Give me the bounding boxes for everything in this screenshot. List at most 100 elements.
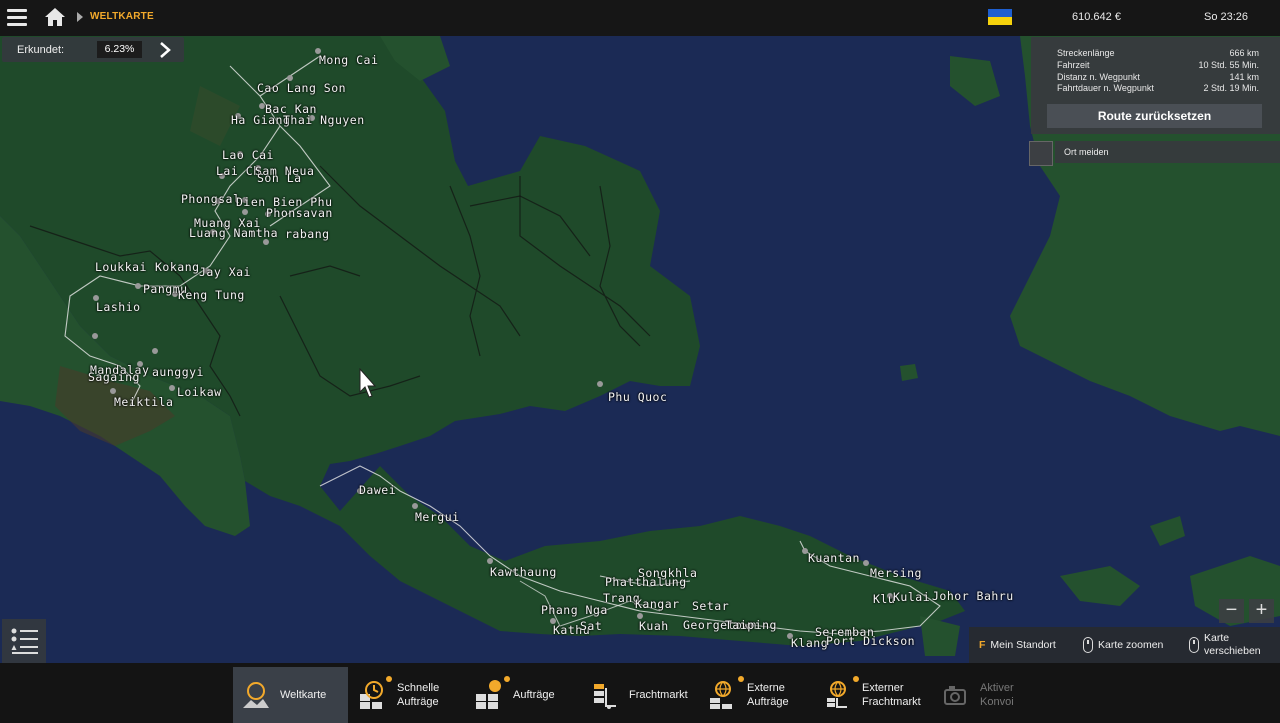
zoom-in-button[interactable]: +	[1249, 599, 1274, 623]
route-row-length: Streckenlänge 666 km	[1057, 48, 1259, 58]
city-label: Jay Xai	[199, 265, 251, 279]
city-label: Luang Namtha	[189, 226, 279, 240]
city-label: Port Dickson	[826, 634, 916, 648]
city-label: Johor Bahru	[932, 589, 1014, 603]
tab-label: Frachtmarkt	[629, 689, 688, 701]
city-label: Sat	[580, 619, 603, 633]
city-label: Kuantan	[808, 551, 860, 565]
convoy-icon	[941, 680, 971, 710]
city-label: Sagaing	[88, 370, 140, 384]
city-label: Mong Cai	[319, 53, 379, 67]
hint-move-map: Karte verschieben	[1189, 627, 1261, 663]
zoom-out-button[interactable]: −	[1219, 599, 1244, 623]
city-label: Kuah	[639, 619, 669, 633]
tab-label: Externer Frachtmarkt	[862, 682, 921, 708]
tab-aktiver-konvoi: Aktiver Konvoi	[933, 667, 1033, 723]
breadcrumb: WELTKARTE	[90, 11, 154, 22]
globe-boxes-icon	[708, 676, 744, 710]
hint-label: Mein Standort	[990, 639, 1056, 651]
city-label: Phatthalung	[605, 575, 687, 589]
bottom-navigation: Weltkarte Schnelle Aufträge Aufträge Frac…	[0, 663, 1280, 723]
city-label: Phongsal	[181, 192, 241, 206]
city-label: aunggyi	[152, 365, 204, 379]
tab-label: Weltkarte	[280, 689, 327, 701]
explored-value: 6.23%	[97, 41, 142, 58]
city-label: Loukkai	[95, 260, 147, 274]
city-label: Thai Nguyen	[283, 113, 365, 127]
tab-externer-frachtmarkt[interactable]: Externer Frachtmarkt	[815, 667, 935, 723]
boxes-icon	[474, 676, 510, 710]
mouse-drag-icon	[1189, 637, 1199, 653]
city-label: Kangar	[635, 597, 680, 611]
route-value: 666 km	[1229, 48, 1259, 58]
city-label: Phu Quoc	[608, 390, 668, 404]
city-label: Lashio	[96, 300, 141, 314]
route-label: Fahrzeit	[1057, 60, 1090, 70]
tab-auftraege[interactable]: Aufträge	[466, 667, 578, 723]
tab-externe-auftraege[interactable]: Externe Aufträge	[700, 667, 812, 723]
top-bar: WELTKARTE 610.642 € So 23:26	[0, 0, 1280, 36]
cursor-icon	[359, 368, 377, 398]
city-label: Cao Lang Son	[257, 81, 347, 95]
breadcrumb-chevron-icon	[77, 12, 83, 22]
home-icon[interactable]	[44, 7, 66, 27]
game-clock: So 23:26	[1204, 11, 1249, 23]
city-label: Meiktila	[114, 395, 174, 409]
tab-frachtmarkt[interactable]: Frachtmarkt	[582, 667, 697, 723]
legend-list-icon	[11, 628, 38, 654]
city-label: Klu	[873, 592, 896, 606]
mouse-wheel-icon	[1083, 637, 1093, 653]
city-label: rabang	[285, 227, 330, 241]
tab-weltkarte[interactable]: Weltkarte	[233, 667, 348, 723]
hint-label: Karte zoomen	[1098, 639, 1164, 651]
tab-label: Aufträge	[513, 689, 555, 701]
notification-dot	[386, 676, 392, 682]
city-label: Taiping	[725, 618, 777, 632]
globe-map-icon	[241, 680, 271, 710]
route-value: 2 Std. 19 Min.	[1203, 83, 1259, 93]
route-label: Distanz n. Wegpunkt	[1057, 72, 1140, 82]
reset-route-button[interactable]: Route zurücksetzen	[1047, 104, 1262, 128]
tab-label: Schnelle Aufträge	[397, 682, 440, 708]
globe-cargo-icon	[823, 676, 859, 710]
city-label: Dawei	[359, 483, 397, 497]
hint-zoom-map: Karte zoomen	[1083, 627, 1163, 663]
route-value: 141 km	[1229, 72, 1259, 82]
controls-hint-bar: F Mein Standort Karte zoomen Karte versc…	[969, 627, 1280, 663]
key-f-icon: F	[979, 639, 986, 651]
explored-label: Erkundet:	[17, 44, 65, 56]
city-label: Mersing	[870, 566, 922, 580]
city-label: Lao Cai	[222, 148, 274, 162]
city-label: Ha Giang	[231, 113, 291, 127]
route-label: Fahrtdauer n. Wegpunkt	[1057, 83, 1154, 93]
avoid-location-checkbox[interactable]	[1029, 141, 1053, 166]
city-label: Loikaw	[177, 385, 222, 399]
hint-my-location[interactable]: F Mein Standort	[979, 627, 1056, 663]
route-row-waypoint-distance: Distanz n. Wegpunkt 141 km	[1057, 72, 1259, 82]
clock-boxes-icon	[358, 676, 392, 710]
tab-label: Externe Aufträge	[747, 682, 789, 708]
city-label: Son La	[257, 171, 302, 185]
city-label: Phonsavan	[266, 206, 333, 220]
route-info-panel: Streckenlänge 666 km Fahrzeit 10 Std. 55…	[1031, 37, 1280, 134]
map-legend-button[interactable]	[2, 619, 46, 663]
city-label: Setar	[692, 599, 730, 613]
chevron-right-icon[interactable]	[158, 42, 172, 58]
city-label: Klang	[791, 636, 829, 650]
cargo-market-icon	[590, 680, 620, 710]
tab-schnelle-auftraege[interactable]: Schnelle Aufträge	[350, 667, 462, 723]
city-label: Phang Nga	[541, 603, 608, 617]
city-label: Lai Ch	[216, 164, 261, 178]
route-row-waypoint-duration: Fahrtdauer n. Wegpunkt 2 Std. 19 Min.	[1057, 83, 1259, 93]
avoid-location-label: Ort meiden	[1055, 141, 1280, 163]
route-value: 10 Std. 55 Min.	[1198, 60, 1259, 70]
notification-dot	[738, 676, 744, 682]
notification-dot	[504, 676, 510, 682]
notification-dot	[853, 676, 859, 682]
hint-label: Karte	[1204, 632, 1230, 644]
menu-icon[interactable]	[7, 9, 27, 26]
explored-panel: Erkundet: 6.23%	[2, 37, 184, 62]
money-balance: 610.642 €	[1072, 11, 1121, 23]
route-label: Streckenlänge	[1057, 48, 1115, 58]
city-label: Keng Tung	[178, 288, 245, 302]
